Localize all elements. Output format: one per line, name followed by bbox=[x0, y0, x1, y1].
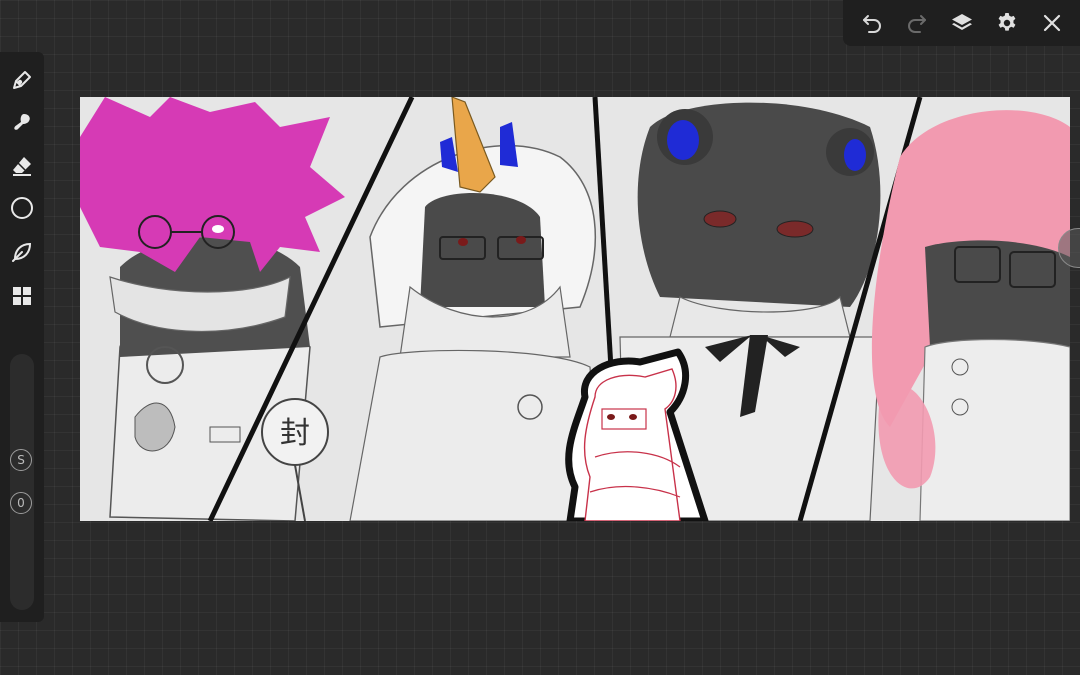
undo-button[interactable] bbox=[855, 6, 889, 40]
close-button[interactable] bbox=[1035, 6, 1069, 40]
undo-icon bbox=[862, 15, 881, 33]
layers-icon bbox=[951, 14, 972, 30]
redo-icon bbox=[907, 15, 926, 33]
layers-button[interactable] bbox=[945, 6, 979, 40]
close-icon bbox=[1043, 14, 1060, 32]
artwork: 封 bbox=[80, 97, 1070, 521]
pen-tool-button[interactable] bbox=[8, 66, 36, 94]
smudge-icon bbox=[14, 114, 30, 130]
pen-icon bbox=[13, 71, 31, 89]
eraser-tool-button[interactable] bbox=[8, 152, 36, 180]
leaf-tool-button[interactable] bbox=[8, 238, 36, 266]
grid-icon bbox=[13, 287, 31, 305]
leaf-icon bbox=[12, 242, 32, 262]
color-picker-button[interactable] bbox=[8, 194, 36, 222]
top-toolbar bbox=[843, 0, 1080, 46]
brush-size-slider[interactable] bbox=[10, 354, 34, 610]
gear-icon bbox=[998, 13, 1015, 31]
opacity-badge[interactable]: 0 bbox=[10, 492, 32, 514]
redo-button[interactable] bbox=[900, 6, 934, 40]
character-pink-hair bbox=[871, 110, 1070, 521]
size-badge[interactable]: S bbox=[10, 449, 32, 471]
apps-grid-button[interactable] bbox=[8, 282, 36, 310]
settings-button[interactable] bbox=[990, 6, 1024, 40]
tool-sidebar: S 0 bbox=[0, 52, 44, 622]
sign-text: 封 bbox=[280, 416, 310, 451]
color-circle-icon bbox=[11, 197, 33, 219]
drawing-canvas[interactable]: 封 bbox=[80, 97, 1070, 521]
eraser-icon bbox=[13, 157, 31, 176]
character-white-hair-horn bbox=[349, 97, 601, 521]
smudge-tool-button[interactable] bbox=[8, 109, 36, 137]
